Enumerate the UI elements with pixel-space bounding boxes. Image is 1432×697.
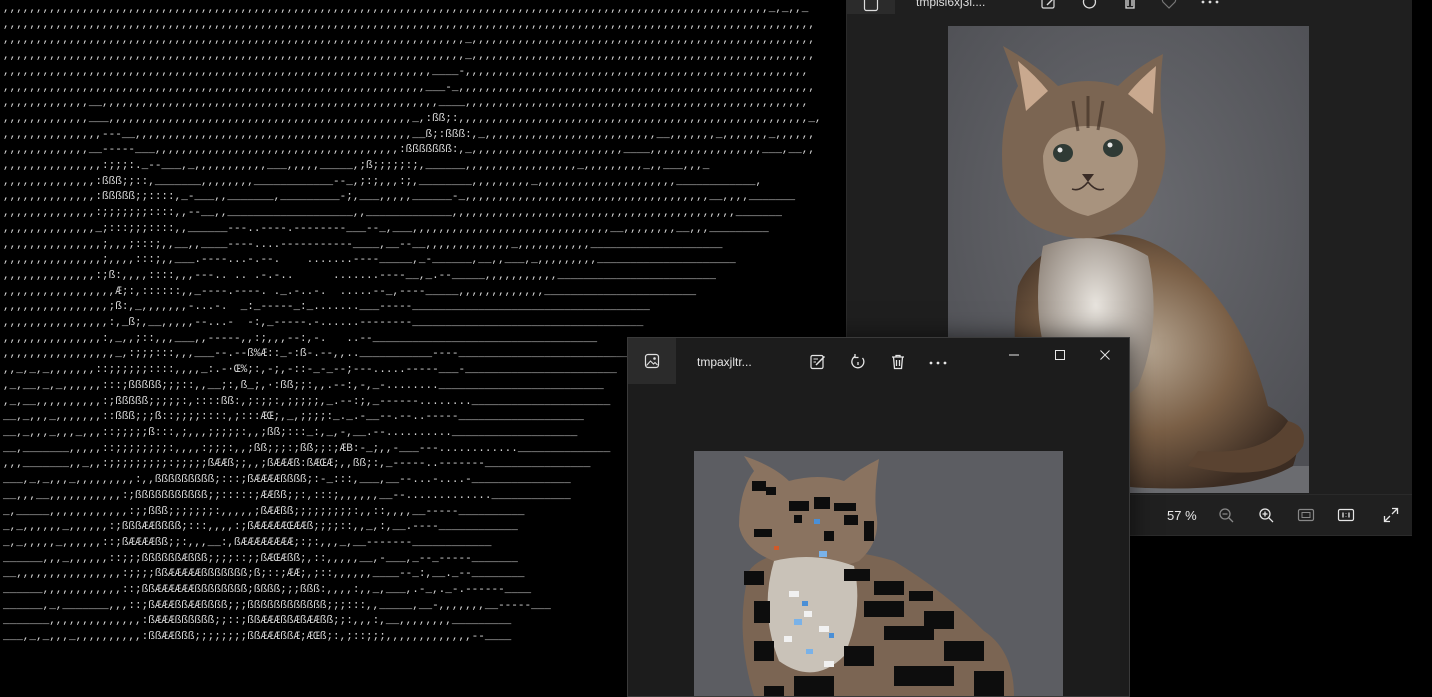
actual-size-icon[interactable] (1337, 506, 1355, 524)
front-app-icon-box (628, 338, 676, 384)
delete-icon[interactable] (1121, 0, 1139, 11)
photo-viewer-window-front[interactable]: tmpaxjltr... (627, 337, 1130, 697)
maximize-icon[interactable] (1045, 346, 1075, 364)
zoom-out-icon[interactable] (1217, 506, 1235, 524)
image-icon (863, 0, 879, 12)
more-icon[interactable] (1199, 0, 1221, 11)
back-app-icon-box (847, 0, 895, 14)
image-icon (644, 353, 660, 369)
close-icon[interactable] (1090, 346, 1120, 364)
rotate-icon[interactable] (847, 351, 869, 373)
edit-icon[interactable] (807, 351, 829, 373)
zoom-in-icon[interactable] (1257, 506, 1275, 524)
more-icon[interactable] (927, 351, 949, 373)
zoom-level: 57 % (1167, 508, 1197, 523)
fullscreen-icon[interactable] (1382, 506, 1400, 524)
glitched-kitten-photo (694, 451, 1063, 696)
minimize-icon[interactable] (999, 346, 1029, 364)
delete-icon[interactable] (887, 351, 909, 373)
back-filename: tmpisi6xj3l.... (916, 0, 986, 9)
heart-icon[interactable] (1160, 0, 1178, 11)
front-titlebar: tmpaxjltr... (628, 338, 1129, 386)
fit-icon[interactable] (1297, 506, 1315, 524)
front-filename: tmpaxjltr... (697, 355, 752, 369)
edit-icon[interactable] (1040, 0, 1058, 11)
rotate-icon[interactable] (1081, 0, 1099, 11)
back-titlebar: tmpisi6xj3l.... (847, 0, 1412, 14)
